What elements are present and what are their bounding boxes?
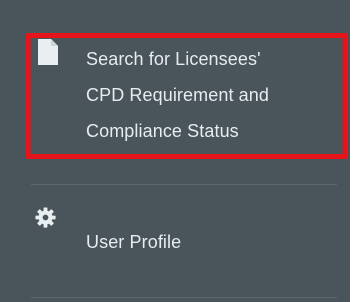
gear-icon (35, 207, 56, 228)
sidebar-divider (31, 297, 337, 298)
file-icon (38, 39, 58, 65)
sidebar-item-label: Search for Licensees' CPD Requirement an… (86, 41, 336, 149)
sidebar-menu: Search for Licensees' CPD Requirement an… (0, 0, 350, 302)
sidebar-item-user-profile-label: User Profile (86, 232, 182, 252)
sidebar-divider (31, 184, 337, 185)
sidebar-item-label-line-1: Search for Licensees' (86, 49, 261, 69)
sidebar-item-label-line-3: Compliance Status (86, 121, 239, 141)
sidebar-item-search-licensees-cpd-status[interactable]: Search for Licensees' CPD Requirement an… (0, 23, 350, 161)
sidebar-item-label-line-2: CPD Requirement and (86, 85, 269, 105)
